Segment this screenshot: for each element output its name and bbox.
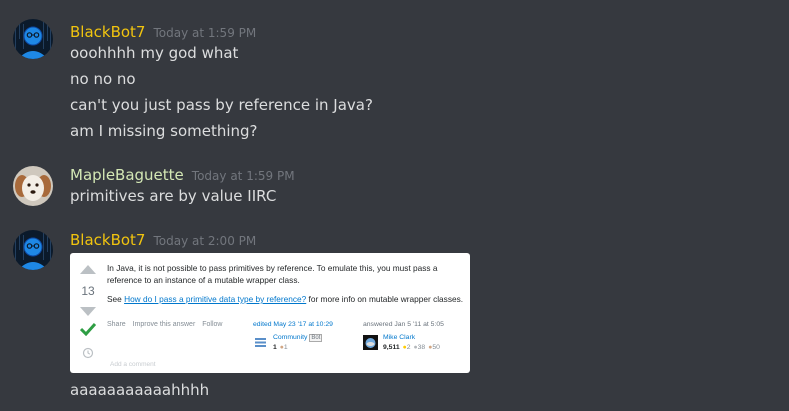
author-name[interactable]: BlackBot7 Today at 1:59 PM	[70, 23, 256, 41]
silver-badge-count: ●38	[413, 344, 426, 351]
vote-count: 13	[81, 284, 95, 298]
dog-avatar-icon	[13, 166, 53, 206]
message-timestamp: Today at 1:59 PM	[153, 26, 257, 40]
vote-column: 13	[70, 253, 108, 373]
accepted-check-icon	[80, 322, 96, 336]
follow-link[interactable]: Follow	[202, 321, 222, 328]
post-menu: Share Improve this answer Follow	[107, 321, 227, 328]
edited-timestamp[interactable]: edited May 23 '17 at 10:29	[253, 321, 353, 328]
add-comment-link[interactable]: Add a comment	[110, 361, 156, 368]
mike-clark-avatar-icon[interactable]	[363, 335, 378, 350]
robot-avatar-icon	[13, 230, 53, 270]
community-bot-avatar-icon[interactable]	[253, 335, 268, 350]
answer-body: In Java, it is not possible to pass prim…	[107, 262, 467, 312]
stackoverflow-answer-embed[interactable]: 13 In Java, it is not possible to pass p…	[70, 253, 470, 373]
answerer-reputation: 9,511 ●2 ●38 ●50	[383, 344, 440, 351]
share-link[interactable]: Share	[107, 321, 126, 328]
message-text: can't you just pass by reference in Java…	[70, 96, 373, 114]
message-text: ooohhhh my god what	[70, 44, 239, 62]
blackbot7-avatar[interactable]	[13, 230, 53, 270]
history-clock-icon[interactable]	[82, 347, 94, 359]
editor-reputation: 1 ●1	[273, 344, 288, 351]
editor-name[interactable]: Community Bot	[273, 334, 323, 342]
robot-avatar-icon	[13, 19, 53, 59]
improve-answer-link[interactable]: Improve this answer	[133, 321, 196, 328]
message-timestamp: Today at 2:00 PM	[153, 234, 257, 248]
answer-paragraph: See How do I pass a primitive data type …	[107, 294, 464, 304]
message-timestamp: Today at 1:59 PM	[191, 169, 295, 183]
message-text: am I missing something?	[70, 122, 258, 140]
maplebaguette-avatar[interactable]	[13, 166, 53, 206]
edit-info: edited May 23 '17 at 10:29 Community Bot …	[253, 321, 353, 351]
gold-badge-count: ●2	[402, 344, 411, 351]
downvote-arrow-icon[interactable]	[80, 307, 96, 316]
answer-link[interactable]: How do I pass a primitive data type by r…	[124, 294, 306, 304]
message-text: no no no	[70, 70, 136, 88]
author-name[interactable]: BlackBot7 Today at 2:00 PM	[70, 231, 256, 249]
bot-badge: Bot	[309, 334, 323, 342]
answer-info: answered Jan 5 '11 at 5:05 Mike Clark 9,…	[363, 321, 468, 351]
bronze-badge-count: ●50	[428, 344, 440, 351]
message-text: aaaaaaaaaaahhhh	[70, 381, 210, 399]
answered-timestamp: answered Jan 5 '11 at 5:05	[363, 321, 444, 328]
answer-paragraph: In Java, it is not possible to pass prim…	[107, 263, 438, 285]
upvote-arrow-icon[interactable]	[80, 265, 96, 274]
message-text: primitives are by value IIRC	[70, 187, 277, 205]
author-name[interactable]: MapleBaguette Today at 1:59 PM	[70, 166, 295, 184]
answerer-name[interactable]: Mike Clark	[383, 334, 415, 341]
blackbot7-avatar[interactable]	[13, 19, 53, 59]
